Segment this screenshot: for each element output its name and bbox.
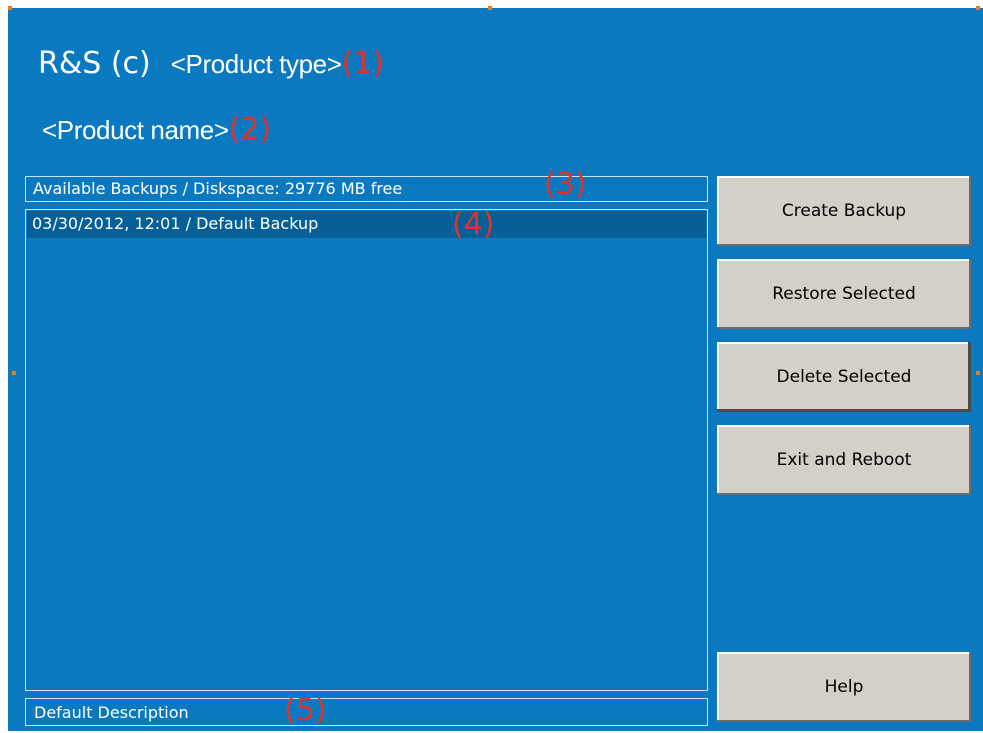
- diskspace-status: Available Backups / Diskspace: 29776 MB …: [25, 167, 708, 202]
- callout-marker-2: (2): [228, 112, 272, 147]
- exit-reboot-button[interactable]: Exit and Reboot: [717, 425, 971, 495]
- backup-description: Default Description (5): [25, 693, 708, 728]
- backup-list-item[interactable]: 03/30/2012, 12:01 / Default Backup (4): [27, 207, 706, 242]
- selection-handle-top-right: [976, 6, 980, 10]
- selection-handle-right: [976, 371, 980, 375]
- callout-marker-1: (1): [341, 46, 384, 81]
- selection-handle-left: [12, 371, 16, 375]
- brand-label: R&S (c): [38, 46, 151, 81]
- backup-restore-window: R&S (c) <Product type> (1) <Product name…: [8, 8, 983, 731]
- callout-marker-5: (5): [284, 693, 327, 728]
- description-text: Default Description: [34, 703, 189, 722]
- delete-selected-button[interactable]: Delete Selected: [717, 342, 971, 412]
- product-name-row: <Product name> (2): [42, 112, 271, 156]
- callout-marker-3: (3): [544, 167, 587, 202]
- selection-handle-top-left: [8, 6, 12, 10]
- product-type-label: <Product type>: [170, 49, 342, 79]
- backup-item-label: 03/30/2012, 12:01 / Default Backup: [32, 214, 319, 233]
- backup-list[interactable]: 03/30/2012, 12:01 / Default Backup (4): [25, 207, 708, 691]
- product-name-label: <Product name>: [42, 115, 229, 145]
- callout-marker-4: (4): [452, 207, 495, 242]
- help-button[interactable]: Help: [717, 652, 971, 722]
- title-row: R&S (c) <Product type> (1): [38, 46, 384, 90]
- create-backup-button[interactable]: Create Backup: [717, 176, 971, 246]
- restore-selected-button[interactable]: Restore Selected: [717, 259, 971, 329]
- selection-handle-top: [488, 6, 492, 10]
- diskspace-label: Available Backups / Diskspace: 29776 MB …: [33, 179, 403, 198]
